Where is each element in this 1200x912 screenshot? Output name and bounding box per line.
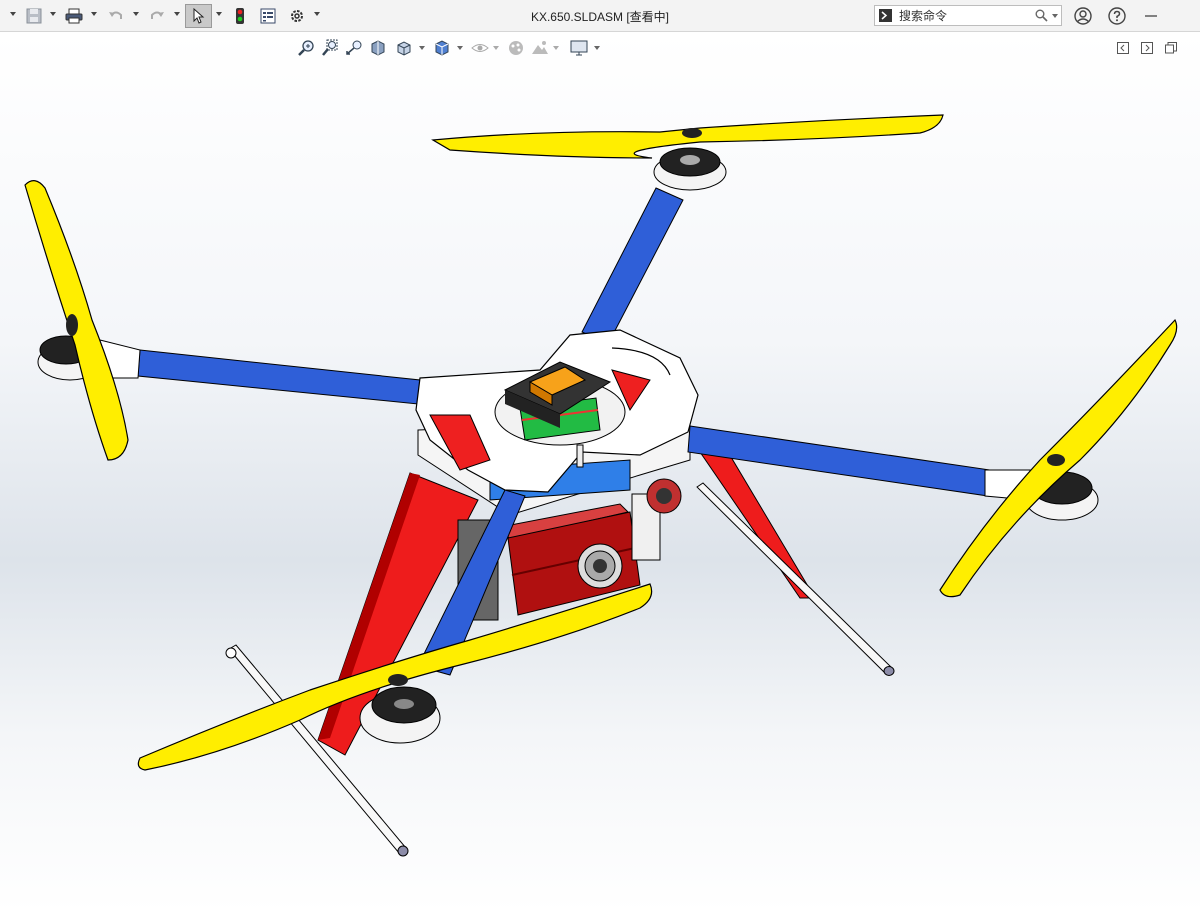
rear-landing-skid — [696, 482, 893, 675]
select-dropdown-chevron-icon[interactable] — [216, 12, 222, 16]
chevron-down-icon[interactable] — [10, 12, 16, 16]
redo-icon[interactable] — [146, 5, 168, 27]
undo-dropdown-chevron-icon[interactable] — [133, 12, 139, 16]
search-commands-box[interactable] — [874, 5, 1062, 26]
save-dropdown-chevron-icon[interactable] — [50, 12, 56, 16]
rebuild-icon[interactable] — [230, 5, 250, 27]
propeller-hub — [682, 128, 702, 138]
propeller-hub — [66, 314, 78, 336]
account-icon[interactable] — [1072, 5, 1094, 27]
search-icon[interactable] — [1035, 9, 1048, 22]
help-icon[interactable] — [1106, 5, 1128, 27]
window-title: KX.650.SLDASM [查看中] — [530, 10, 670, 24]
options-dropdown-chevron-icon[interactable] — [314, 12, 320, 16]
graphics-area[interactable] — [0, 33, 1200, 912]
skid-end-cap — [883, 666, 895, 676]
redo-dropdown-chevron-icon[interactable] — [174, 12, 180, 16]
propeller-hub — [1047, 454, 1065, 466]
undo-icon[interactable] — [105, 5, 127, 27]
arm-left — [137, 349, 421, 405]
search-commands-input[interactable] — [899, 7, 1029, 24]
gimbal-motor-hub — [656, 488, 672, 504]
motor-rear — [653, 147, 727, 191]
title-bar: KX.650.SLDASM [查看中] — [0, 0, 1200, 32]
file-properties-icon[interactable] — [257, 5, 279, 27]
camera-lens-center — [593, 559, 607, 573]
options-icon[interactable] — [286, 5, 308, 27]
skid-end-cap — [397, 845, 409, 857]
minimize-icon[interactable] — [1140, 5, 1162, 27]
drone-model — [24, 114, 1178, 857]
save-icon[interactable] — [23, 5, 45, 27]
skid-end-cap — [225, 647, 237, 659]
print-icon[interactable] — [63, 5, 85, 27]
arm-rear — [581, 187, 684, 345]
select-icon[interactable] — [185, 4, 212, 28]
propeller-hub — [388, 674, 408, 686]
command-prompt-icon — [879, 9, 892, 22]
search-dropdown-chevron-icon[interactable] — [1052, 14, 1058, 18]
standoff — [576, 444, 584, 468]
print-dropdown-chevron-icon[interactable] — [91, 12, 97, 16]
